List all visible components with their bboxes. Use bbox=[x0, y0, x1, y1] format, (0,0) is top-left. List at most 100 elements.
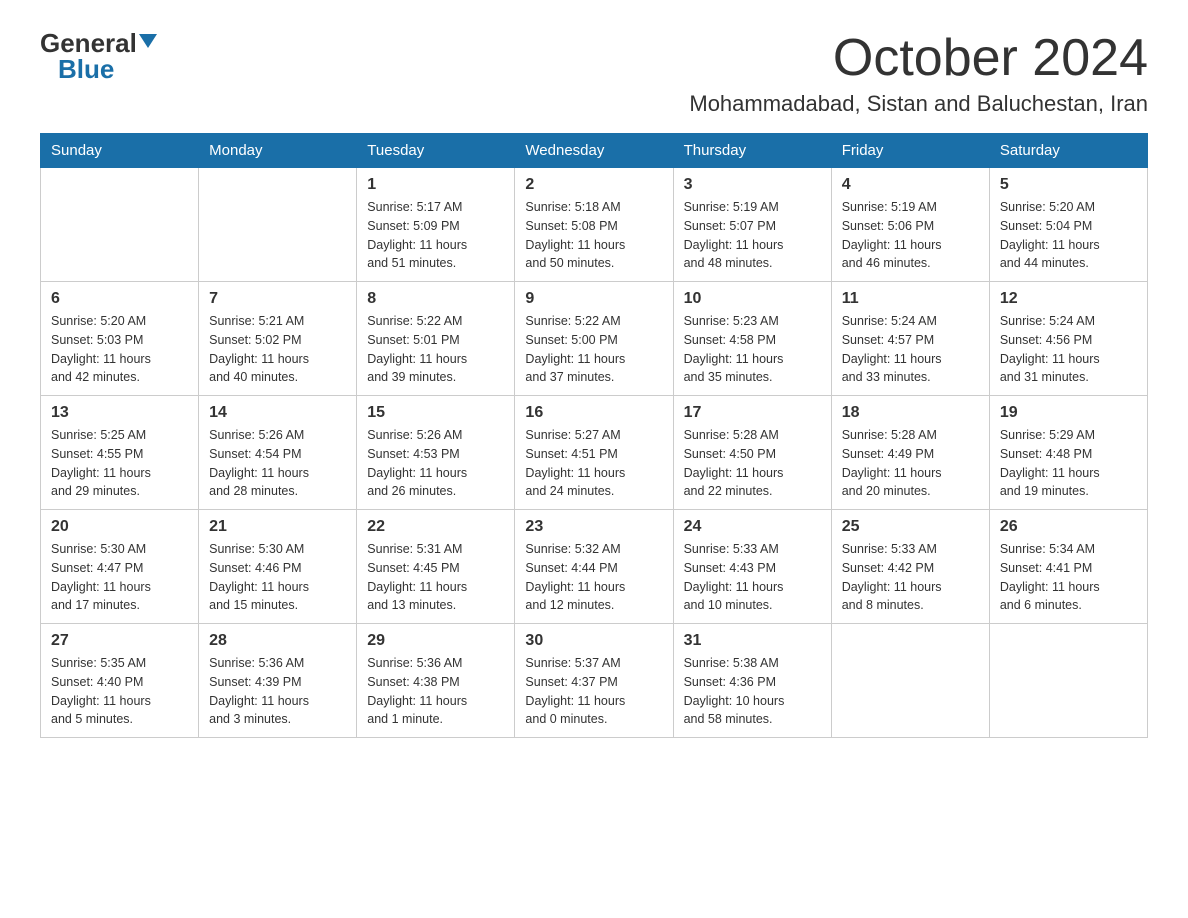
day-number: 19 bbox=[1000, 404, 1137, 422]
calendar-cell: 8 Sunrise: 5:22 AM Sunset: 5:01 PM Daylig… bbox=[357, 282, 515, 396]
day-number: 9 bbox=[525, 290, 662, 308]
day-info: Sunrise: 5:26 AM Sunset: 4:53 PM Dayligh… bbox=[367, 426, 504, 501]
day-info: Sunrise: 5:26 AM Sunset: 4:54 PM Dayligh… bbox=[209, 426, 346, 501]
column-header-sunday: Sunday bbox=[41, 134, 199, 168]
title-block: October 2024 Mohammadabad, Sistan and Ba… bbox=[689, 30, 1148, 117]
calendar-cell: 9 Sunrise: 5:22 AM Sunset: 5:00 PM Daylig… bbox=[515, 282, 673, 396]
day-number: 2 bbox=[525, 176, 662, 194]
day-info: Sunrise: 5:36 AM Sunset: 4:38 PM Dayligh… bbox=[367, 654, 504, 729]
day-info: Sunrise: 5:24 AM Sunset: 4:57 PM Dayligh… bbox=[842, 312, 979, 387]
day-number: 7 bbox=[209, 290, 346, 308]
calendar-cell bbox=[199, 168, 357, 282]
day-number: 8 bbox=[367, 290, 504, 308]
day-number: 18 bbox=[842, 404, 979, 422]
day-info: Sunrise: 5:22 AM Sunset: 5:01 PM Dayligh… bbox=[367, 312, 504, 387]
calendar-cell: 15 Sunrise: 5:26 AM Sunset: 4:53 PM Dayli… bbox=[357, 396, 515, 510]
calendar-cell: 23Sunrise: 5:32 AM Sunset: 4:44 PM Dayli… bbox=[515, 510, 673, 624]
day-info: Sunrise: 5:36 AM Sunset: 4:39 PM Dayligh… bbox=[209, 654, 346, 729]
day-info: Sunrise: 5:19 AM Sunset: 5:06 PM Dayligh… bbox=[842, 198, 979, 273]
calendar-week-row: 6Sunrise: 5:20 AM Sunset: 5:03 PM Daylig… bbox=[41, 282, 1148, 396]
calendar-cell: 1Sunrise: 5:17 AM Sunset: 5:09 PM Daylig… bbox=[357, 168, 515, 282]
calendar-week-row: 27 Sunrise: 5:35 AM Sunset: 4:40 PM Dayli… bbox=[41, 624, 1148, 738]
day-info: Sunrise: 5:18 AM Sunset: 5:08 PM Dayligh… bbox=[525, 198, 662, 273]
day-number: 29 bbox=[367, 632, 504, 650]
calendar-cell: 21 Sunrise: 5:30 AM Sunset: 4:46 PM Dayli… bbox=[199, 510, 357, 624]
day-number: 10 bbox=[684, 290, 821, 308]
logo: General Blue bbox=[40, 30, 157, 82]
day-info: Sunrise: 5:23 AM Sunset: 4:58 PM Dayligh… bbox=[684, 312, 821, 387]
day-number: 6 bbox=[51, 290, 188, 308]
calendar-cell bbox=[831, 624, 989, 738]
day-info: Sunrise: 5:28 AM Sunset: 4:50 PM Dayligh… bbox=[684, 426, 821, 501]
day-number: 3 bbox=[684, 176, 821, 194]
day-number: 14 bbox=[209, 404, 346, 422]
day-info: Sunrise: 5:35 AM Sunset: 4:40 PM Dayligh… bbox=[51, 654, 188, 729]
column-header-tuesday: Tuesday bbox=[357, 134, 515, 168]
calendar-cell: 14 Sunrise: 5:26 AM Sunset: 4:54 PM Dayli… bbox=[199, 396, 357, 510]
calendar-cell: 28 Sunrise: 5:36 AM Sunset: 4:39 PM Dayli… bbox=[199, 624, 357, 738]
calendar-cell bbox=[989, 624, 1147, 738]
day-info: Sunrise: 5:28 AM Sunset: 4:49 PM Dayligh… bbox=[842, 426, 979, 501]
location-title: Mohammadabad, Sistan and Baluchestan, Ir… bbox=[689, 91, 1148, 117]
day-number: 1 bbox=[367, 176, 504, 194]
calendar-cell: 12Sunrise: 5:24 AM Sunset: 4:56 PM Dayli… bbox=[989, 282, 1147, 396]
day-info: Sunrise: 5:31 AM Sunset: 4:45 PM Dayligh… bbox=[367, 540, 504, 615]
calendar-cell: 26 Sunrise: 5:34 AM Sunset: 4:41 PM Dayli… bbox=[989, 510, 1147, 624]
day-number: 21 bbox=[209, 518, 346, 536]
day-info: Sunrise: 5:37 AM Sunset: 4:37 PM Dayligh… bbox=[525, 654, 662, 729]
calendar-cell: 3 Sunrise: 5:19 AM Sunset: 5:07 PM Daylig… bbox=[673, 168, 831, 282]
calendar-cell: 24 Sunrise: 5:33 AM Sunset: 4:43 PM Dayli… bbox=[673, 510, 831, 624]
calendar-cell: 2 Sunrise: 5:18 AM Sunset: 5:08 PM Daylig… bbox=[515, 168, 673, 282]
day-info: Sunrise: 5:34 AM Sunset: 4:41 PM Dayligh… bbox=[1000, 540, 1137, 615]
logo-blue-text: Blue bbox=[58, 56, 114, 82]
day-number: 25 bbox=[842, 518, 979, 536]
calendar-cell: 16 Sunrise: 5:27 AM Sunset: 4:51 PM Dayli… bbox=[515, 396, 673, 510]
calendar-cell: 13 Sunrise: 5:25 AM Sunset: 4:55 PM Dayli… bbox=[41, 396, 199, 510]
calendar-table: SundayMondayTuesdayWednesdayThursdayFrid… bbox=[40, 133, 1148, 738]
day-info: Sunrise: 5:19 AM Sunset: 5:07 PM Dayligh… bbox=[684, 198, 821, 273]
day-number: 13 bbox=[51, 404, 188, 422]
calendar-cell: 29 Sunrise: 5:36 AM Sunset: 4:38 PM Dayli… bbox=[357, 624, 515, 738]
day-number: 11 bbox=[842, 290, 979, 308]
day-number: 16 bbox=[525, 404, 662, 422]
day-number: 5 bbox=[1000, 176, 1137, 194]
day-number: 27 bbox=[51, 632, 188, 650]
day-number: 15 bbox=[367, 404, 504, 422]
calendar-cell: 17 Sunrise: 5:28 AM Sunset: 4:50 PM Dayli… bbox=[673, 396, 831, 510]
calendar-cell: 10 Sunrise: 5:23 AM Sunset: 4:58 PM Dayli… bbox=[673, 282, 831, 396]
day-info: Sunrise: 5:29 AM Sunset: 4:48 PM Dayligh… bbox=[1000, 426, 1137, 501]
calendar-cell: 27 Sunrise: 5:35 AM Sunset: 4:40 PM Dayli… bbox=[41, 624, 199, 738]
calendar-cell: 7 Sunrise: 5:21 AM Sunset: 5:02 PM Daylig… bbox=[199, 282, 357, 396]
calendar-week-row: 1Sunrise: 5:17 AM Sunset: 5:09 PM Daylig… bbox=[41, 168, 1148, 282]
day-number: 22 bbox=[367, 518, 504, 536]
calendar-cell: 31 Sunrise: 5:38 AM Sunset: 4:36 PM Dayli… bbox=[673, 624, 831, 738]
day-number: 30 bbox=[525, 632, 662, 650]
day-number: 24 bbox=[684, 518, 821, 536]
day-info: Sunrise: 5:38 AM Sunset: 4:36 PM Dayligh… bbox=[684, 654, 821, 729]
calendar-cell bbox=[41, 168, 199, 282]
day-info: Sunrise: 5:33 AM Sunset: 4:43 PM Dayligh… bbox=[684, 540, 821, 615]
day-info: Sunrise: 5:24 AM Sunset: 4:56 PM Dayligh… bbox=[1000, 312, 1137, 387]
calendar-cell: 6Sunrise: 5:20 AM Sunset: 5:03 PM Daylig… bbox=[41, 282, 199, 396]
day-info: Sunrise: 5:30 AM Sunset: 4:46 PM Dayligh… bbox=[209, 540, 346, 615]
day-info: Sunrise: 5:32 AM Sunset: 4:44 PM Dayligh… bbox=[525, 540, 662, 615]
calendar-cell: 11 Sunrise: 5:24 AM Sunset: 4:57 PM Dayli… bbox=[831, 282, 989, 396]
day-info: Sunrise: 5:27 AM Sunset: 4:51 PM Dayligh… bbox=[525, 426, 662, 501]
calendar-cell: 30 Sunrise: 5:37 AM Sunset: 4:37 PM Dayli… bbox=[515, 624, 673, 738]
calendar-cell: 4Sunrise: 5:19 AM Sunset: 5:06 PM Daylig… bbox=[831, 168, 989, 282]
day-number: 26 bbox=[1000, 518, 1137, 536]
month-title: October 2024 bbox=[689, 30, 1148, 87]
day-info: Sunrise: 5:22 AM Sunset: 5:00 PM Dayligh… bbox=[525, 312, 662, 387]
day-info: Sunrise: 5:25 AM Sunset: 4:55 PM Dayligh… bbox=[51, 426, 188, 501]
logo-general-text: General bbox=[40, 30, 137, 56]
day-number: 17 bbox=[684, 404, 821, 422]
logo-triangle-icon bbox=[139, 34, 157, 48]
day-info: Sunrise: 5:21 AM Sunset: 5:02 PM Dayligh… bbox=[209, 312, 346, 387]
day-number: 31 bbox=[684, 632, 821, 650]
calendar-cell: 5Sunrise: 5:20 AM Sunset: 5:04 PM Daylig… bbox=[989, 168, 1147, 282]
day-number: 28 bbox=[209, 632, 346, 650]
column-header-friday: Friday bbox=[831, 134, 989, 168]
calendar-cell: 18 Sunrise: 5:28 AM Sunset: 4:49 PM Dayli… bbox=[831, 396, 989, 510]
calendar-week-row: 20Sunrise: 5:30 AM Sunset: 4:47 PM Dayli… bbox=[41, 510, 1148, 624]
column-header-thursday: Thursday bbox=[673, 134, 831, 168]
